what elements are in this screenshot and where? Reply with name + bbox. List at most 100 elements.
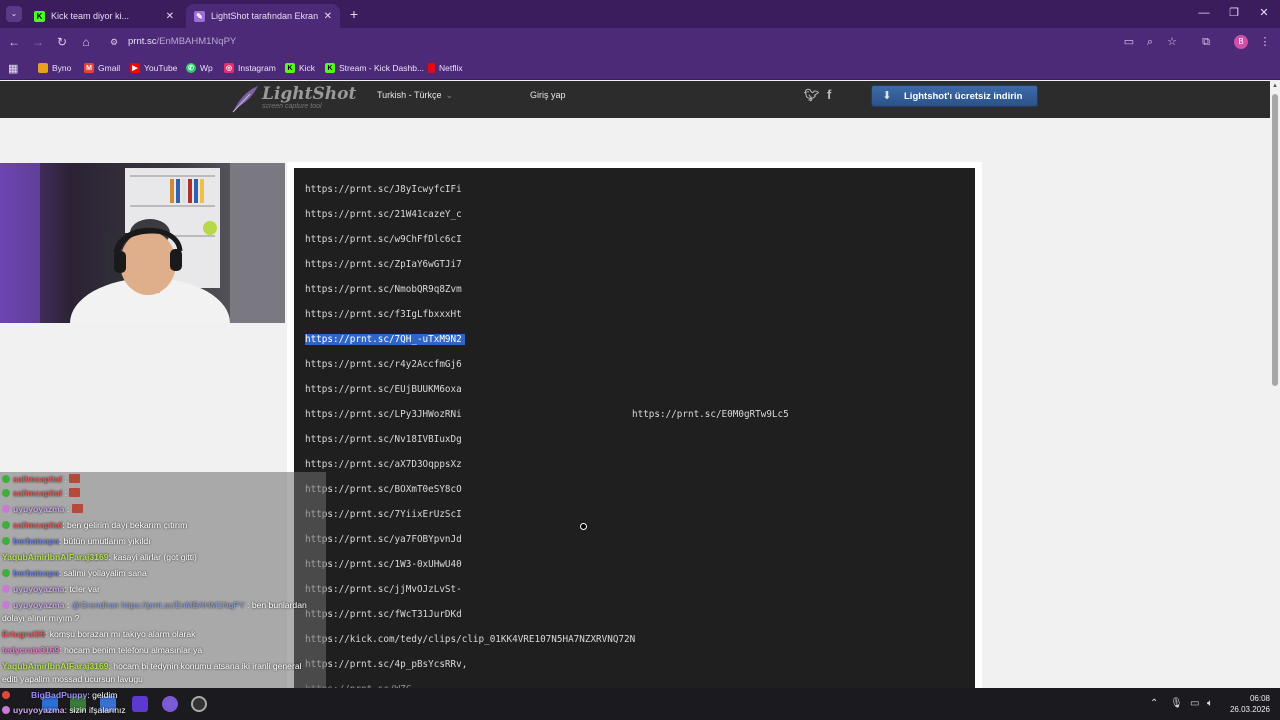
kick-icon: K [285,63,295,73]
home-icon[interactable]: ⌂ [78,34,94,50]
youtube-icon: ▶ [130,63,140,73]
side-link-text: https://prnt.sc/E0M0gRTw9Lc5 [632,409,789,420]
system-clock[interactable]: 06:08 26.03.2026 [1226,693,1270,715]
link-text: https://prnt.sc/7YiixErUzScI [305,509,462,520]
chat-username: berbatcapa [13,536,59,546]
badge-icon [2,691,10,699]
tab-lightshot[interactable]: ✎ LightShot tarafından Ekran Gör ✕ [186,4,340,28]
bookmark-label: YouTube [144,63,178,73]
chat-username: YaqubAmirIbnAlFaraj3169 [2,552,109,562]
download-button[interactable]: ⬇ Lightshot'ı ücretsiz indirin [871,85,1038,107]
bookmarks-bar: ▦ Byno M Gmail ▶ YouTube ✆ Wp ◎ Instagram KK… [0,56,1280,80]
bookmark-youtube[interactable]: ▶ YouTube [130,61,177,75]
tab-kick[interactable]: K Kick team diyor ki... ✕ [26,4,182,28]
extensions-icon[interactable]: ⧉ [1199,35,1213,49]
chat-username: salimcapital [13,474,63,484]
link-text: https://prnt.sc/ZpIaY6wGTJi7 [305,259,462,270]
cast-icon[interactable]: ▭ [1122,35,1136,49]
language-label: Turkish - Türkçe [377,90,442,100]
chat-text: : hocam bi tedynin konumu atsana iki ira… [108,661,302,671]
streamer-webcam-image [0,163,285,323]
badge-icon [2,569,10,577]
netflix-icon [428,63,435,73]
chat-message: berbatcapa: bütün umutlarım yıkıldı [2,536,151,547]
chat-message-continued: editi yapalim mossad ucursun lavugu [2,674,143,684]
bookmark-star-icon[interactable]: ☆ [1165,35,1179,49]
chat-text: : bütün umutlarım yıkıldı [58,536,151,546]
zoom-icon[interactable]: ⌕ [1143,35,1157,49]
bookmark-stream-kick[interactable]: K Stream - Kick Dashb... [325,61,424,75]
chat-username: uyuyoyazma [13,600,65,610]
address-bar[interactable] [102,31,1198,53]
language-selector[interactable]: Turkish - Türkçe ⌄ [377,90,453,101]
url-path: /EnMBAHM1NqPY [156,36,237,47]
login-link[interactable]: Giriş yap [530,90,566,100]
forward-icon[interactable]: → [30,34,46,50]
bookmark-gmail[interactable]: M Gmail [84,61,120,75]
chat-text: : kasayi alirlar (got gitti) [108,552,197,562]
screenshot-image[interactable]: https://prnt.sc/J8yIcwyfcIFi https://prn… [294,168,975,720]
bookmark-label: Instagram [238,63,276,73]
menu-dots-icon[interactable]: ⋮ [1258,35,1272,49]
profile-avatar[interactable]: B [1234,35,1248,49]
tab-search-button[interactable]: ⌄ [6,6,22,22]
bookmark-instagram[interactable]: ◎ Instagram [224,61,276,75]
reload-icon[interactable]: ↻ [54,34,70,50]
link-text: https://prnt.sc/f3IgLfbxxxHt [305,309,462,320]
download-label: Lightshot'ı ücretsiz indirin [904,90,1023,102]
link-text: https://prnt.sc/BOXmT0eSY8cO [305,484,462,495]
minimize-button[interactable]: — [1192,5,1216,21]
link-text: https://prnt.sc/EUjBUUKM6oxa [305,384,462,395]
chat-text: : hocam benim telefonu almasınlar ya [59,645,203,655]
chat-message-continued: dolayı alınır mıyım ? [2,613,80,623]
twitter-icon[interactable]: 🐦︎ [804,88,819,102]
badge-icon [2,475,10,483]
lightshot-logo[interactable]: LightShot screen capture tool [230,84,356,114]
badge-icon [2,585,10,593]
whatsapp-icon: ✆ [186,63,196,73]
logo-tagline: screen capture tool [262,103,322,110]
restore-button[interactable]: ❐ [1222,5,1246,21]
apps-grid-icon[interactable]: ▦ [8,61,18,75]
url-host: prnt.sc [128,36,157,47]
chat-message: BigBadPuppy: geldim [2,690,117,701]
badge-icon [2,537,10,545]
bookmark-kick[interactable]: K Kick [285,61,315,75]
volume-icon[interactable]: 🔈︎ [1207,698,1213,709]
chat-username: uyuyoyazma [13,584,65,594]
bookmark-byno[interactable]: Byno [38,61,71,75]
chat-username: tedycrate3169 [2,645,60,655]
gmail-icon: M [84,63,94,73]
byno-icon [38,63,48,73]
chat-text: : ben bunlardan [247,600,307,610]
browser-toolbar: ← → ↻ ⌂ ⚙ prnt.sc/EnMBAHM1NqPY ▭ ⌕ ☆ ⧉ ⋮ [0,28,1280,56]
chat-message: berbatcapa: salimi yollayalim sana [2,568,147,579]
chat-message: tedycrate3169: hocam benim telefonu alma… [2,645,202,656]
chat-message: salimcapital : [2,474,81,485]
close-tab-icon[interactable]: ✕ [324,11,332,22]
webcam-overlay [0,163,285,323]
back-icon[interactable]: ← [6,34,22,50]
close-window-button[interactable]: ✕ [1252,5,1276,21]
emote-icon [69,488,81,497]
network-icon[interactable]: ▭ [1190,698,1199,709]
scrollbar-thumb[interactable] [1272,94,1278,386]
microphone-icon[interactable]: 🎙︎ [1170,698,1183,709]
site-info-icon[interactable]: ⚙ [106,34,122,50]
link-text: https://prnt.sc/NmobQR9q8Zvm [305,284,462,295]
facebook-icon[interactable]: f [827,87,831,102]
emote-icon [69,474,81,483]
badge-icon [2,706,10,714]
bookmark-label: Wp [200,63,213,73]
link-text: https://prnt.sc/aX7D3OqppsXz [305,459,462,470]
tab-title: LightShot tarafından Ekran Gör [211,11,318,21]
bookmark-netflix[interactable]: Netflix [428,61,463,75]
tray-chevron-up-icon[interactable]: ⌃ [1150,698,1158,709]
bookmark-wp[interactable]: ✆ Wp [186,61,213,75]
bookmark-label: Gmail [98,63,121,73]
scroll-up-icon[interactable]: ▲ [1272,83,1278,89]
link-text: https://prnt.sc/LPy3JHWozRNi [305,409,462,420]
close-tab-icon[interactable]: ✕ [166,11,174,22]
new-tab-button[interactable]: + [345,4,363,24]
url-text[interactable]: prnt.sc/EnMBAHM1NqPY [128,36,236,47]
